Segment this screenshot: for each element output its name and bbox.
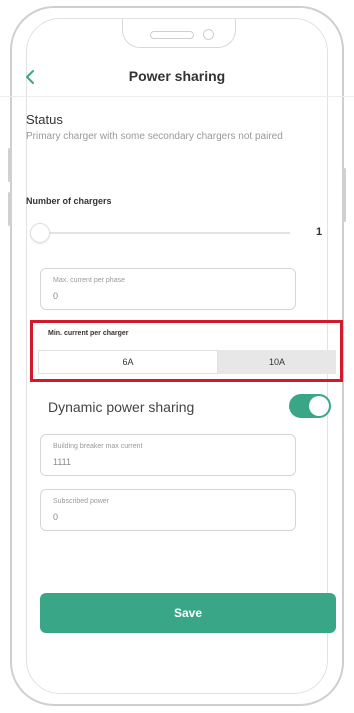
header-divider <box>0 96 354 97</box>
min-current-label: Min. current per charger <box>48 330 129 337</box>
dynamic-power-sharing-label: Dynamic power sharing <box>48 399 195 415</box>
side-button <box>343 168 346 222</box>
chargers-slider-value: 1 <box>316 226 323 238</box>
chargers-slider-track[interactable] <box>50 232 290 234</box>
max-current-value: 0 <box>53 291 59 301</box>
app-header: Power sharing <box>0 62 354 92</box>
subscribed-power-field[interactable]: Subscribed power 0 <box>40 489 296 531</box>
side-button <box>8 148 11 182</box>
building-breaker-field[interactable]: Building breaker max current 1111 <box>40 434 296 476</box>
toggle-knob <box>309 396 329 416</box>
min-current-6a-option[interactable]: 6A <box>38 350 218 374</box>
save-button[interactable]: Save <box>40 593 336 633</box>
status-description: Primary charger with some secondary char… <box>26 131 283 142</box>
building-breaker-label: Building breaker max current <box>53 443 143 450</box>
status-title: Status <box>26 112 63 127</box>
page-title: Power sharing <box>128 68 226 84</box>
building-breaker-value: 1111 <box>53 457 72 467</box>
min-current-10a-option[interactable]: 10A <box>218 350 336 374</box>
side-button <box>8 192 11 226</box>
speaker-icon <box>150 31 194 39</box>
subscribed-power-label: Subscribed power <box>53 498 110 505</box>
dynamic-power-sharing-toggle[interactable] <box>289 394 331 418</box>
camera-icon <box>203 29 214 40</box>
max-current-field[interactable]: Max. current per phase 0 <box>40 268 296 310</box>
subscribed-power-value: 0 <box>53 512 59 522</box>
max-current-label: Max. current per phase <box>53 277 125 284</box>
phone-notch <box>122 19 236 48</box>
chargers-slider-thumb[interactable] <box>30 223 50 243</box>
number-of-chargers-label: Number of chargers <box>26 196 112 206</box>
